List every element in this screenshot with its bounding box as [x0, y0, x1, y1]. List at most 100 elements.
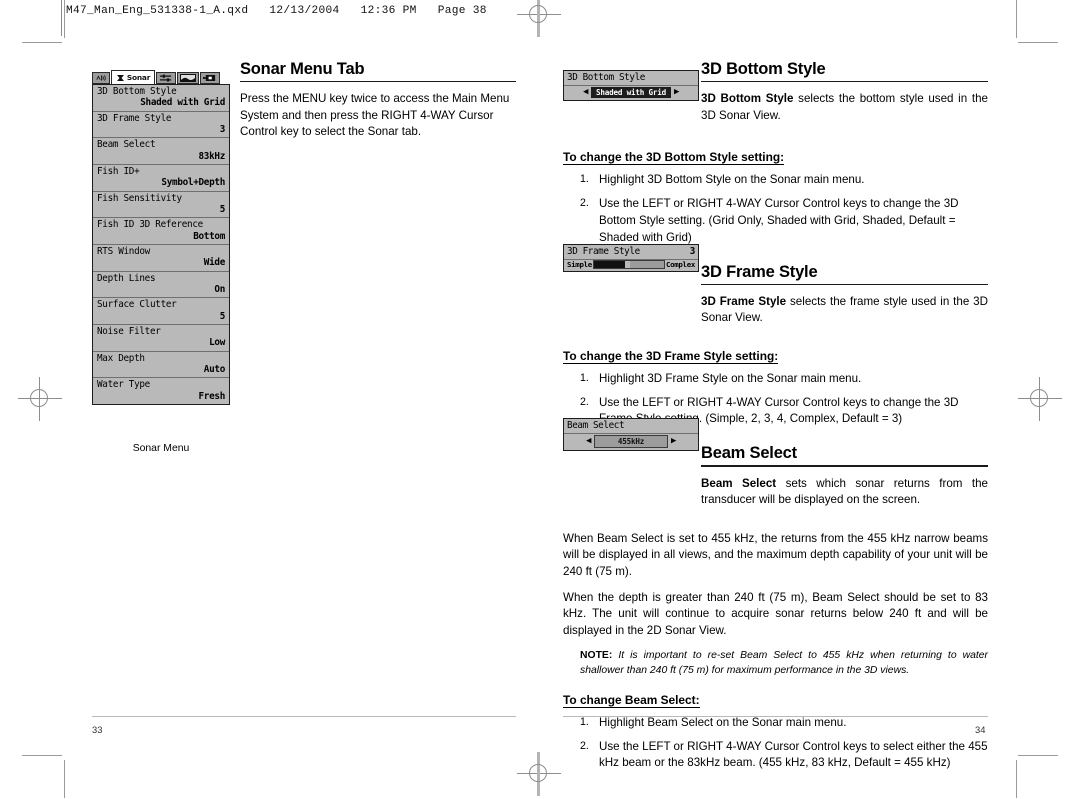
sonar-tab[interactable]: Sonar — [111, 70, 155, 84]
section-description-3d-bottom-style: 3D Bottom Style selects the bottom style… — [701, 91, 988, 124]
crop-mark-tr-v — [1016, 0, 1018, 38]
menu-value: 83kHz — [198, 150, 226, 162]
left-page-number: 33 — [92, 724, 103, 735]
section-description-3d-frame-style: 3D Frame Style selects the frame style u… — [701, 294, 988, 327]
sonar-menu-screenshot: Sonar 3D Bottom Style Shaded with Grid 3… — [92, 70, 230, 405]
step-item: Use the LEFT or RIGHT 4-WAY Cursor Contr… — [580, 739, 988, 770]
registration-mark-bottom — [517, 752, 561, 796]
section-title-beam-select: Beam Select — [701, 444, 797, 463]
widget-title-row: Beam Select — [564, 419, 698, 434]
beam-select-paragraph-1: When Beam Select is set to 455 kHz, the … — [563, 531, 988, 578]
menu-row-fish-id-plus[interactable]: Fish ID+ Symbol+Depth — [93, 165, 229, 192]
right-page-number: 34 — [975, 724, 986, 735]
menu-value: Low — [209, 337, 225, 349]
widget-title: Beam Select — [567, 420, 625, 431]
widget-value: Shaded with Grid — [591, 86, 671, 98]
right-arrow-icon[interactable]: ▶ — [671, 436, 676, 446]
menu-label: Fish ID+ — [97, 165, 140, 177]
widget-value-row: ◀ 455kHz ▶ — [564, 434, 698, 450]
section-rule — [701, 465, 988, 467]
left-footer-rule — [92, 716, 516, 718]
step-item: Highlight 3D Frame Style on the Sonar ma… — [580, 371, 862, 386]
section-rule — [701, 81, 988, 83]
widget-slider-row[interactable]: Simple Complex — [564, 259, 698, 271]
menu-value: 5 — [219, 310, 226, 322]
widget-title-row: 3D Bottom Style — [564, 71, 698, 86]
crop-mark-br-h — [1018, 755, 1058, 757]
menu-label: Depth Lines — [97, 272, 156, 284]
title-rule — [240, 81, 516, 83]
menu-row-depth-lines[interactable]: Depth Lines On — [93, 272, 229, 299]
sonar-menu-items: 3D Bottom Style Shaded with Grid 3D Fram… — [92, 84, 230, 405]
menu-row-noise-filter[interactable]: Noise Filter Low — [93, 325, 229, 352]
section-description-beam-select: Beam Select sets which sonar returns fro… — [701, 476, 988, 509]
section-rule — [701, 283, 988, 285]
widget-title-row: 3D Frame Style 3 — [564, 245, 698, 260]
header-divider — [61, 0, 63, 36]
howto-title-beam-select: To change Beam Select: — [563, 692, 700, 708]
alarm-tab[interactable] — [92, 72, 110, 84]
desc-bold: 3D Bottom Style — [701, 92, 794, 106]
widget-beam-select[interactable]: Beam Select ◀ 455kHz ▶ — [563, 418, 699, 451]
crop-mark-br-v — [1016, 760, 1018, 798]
menu-row-water-type[interactable]: Water Type Fresh — [93, 378, 229, 404]
menu-row-fish-sensitivity[interactable]: Fish Sensitivity 5 — [93, 192, 229, 219]
accessories-tab[interactable] — [200, 72, 220, 84]
step-item: Use the LEFT or RIGHT 4-WAY Cursor Contr… — [580, 196, 959, 244]
beam-select-paragraph-2: When the depth is greater than 240 ft (7… — [563, 590, 988, 637]
note-text: It is important to re-set Beam Select to… — [580, 650, 989, 677]
step-item: Highlight 3D Bottom Style on the Sonar m… — [580, 172, 865, 187]
slider-remainder — [629, 260, 664, 268]
crop-mark-bl-v — [64, 760, 66, 798]
widget-title: 3D Bottom Style — [567, 72, 645, 83]
slider-max-label: Complex — [665, 259, 695, 269]
menu-label: 3D Bottom Style — [97, 86, 177, 97]
menu-label: Surface Clutter — [97, 299, 177, 311]
menu-label: Fish Sensitivity — [97, 192, 182, 204]
printed-page-spread: M47_Man_Eng_531338-1_A.qxd 12/13/2004 12… — [0, 0, 1080, 799]
menu-label: 3D Frame Style — [97, 112, 172, 124]
page-title-sonar-menu-tab: Sonar Menu Tab — [240, 60, 365, 78]
menu-row-beam-select[interactable]: Beam Select 83kHz — [93, 138, 229, 165]
left-arrow-icon[interactable]: ◀ — [583, 87, 588, 97]
widget-3d-bottom-style[interactable]: 3D Bottom Style ◀ Shaded with Grid ▶ — [563, 70, 699, 101]
menu-label: RTS Window — [97, 245, 150, 257]
menu-value: Symbol+Depth — [161, 177, 225, 189]
crop-mark-bl-h — [22, 755, 62, 757]
menu-row-fish-id-3d-reference[interactable]: Fish ID 3D Reference Bottom — [93, 218, 229, 245]
howto-steps-beam-select: Highlight Beam Select on the Sonar main … — [563, 715, 988, 772]
menu-value: Shaded with Grid — [140, 97, 225, 109]
desc-bold: 3D Frame Style — [701, 294, 787, 308]
registration-mark-left — [18, 377, 62, 421]
menu-row-3d-frame-style[interactable]: 3D Frame Style 3 — [93, 112, 229, 139]
menu-row-max-depth[interactable]: Max Depth Auto — [93, 352, 229, 379]
views-tab[interactable] — [177, 72, 199, 84]
menu-row-surface-clutter[interactable]: Surface Clutter 5 — [93, 298, 229, 325]
menu-label: Noise Filter — [97, 325, 161, 337]
registration-mark-top — [517, 0, 561, 37]
crop-mark-tr-h — [1018, 42, 1058, 44]
menu-label: Beam Select — [97, 139, 156, 151]
intro-paragraph: Press the MENU key twice to access the M… — [240, 92, 510, 139]
menu-row-3d-bottom-style[interactable]: 3D Bottom Style Shaded with Grid — [93, 85, 229, 112]
menu-value: Auto — [203, 363, 226, 375]
setup-tab[interactable] — [156, 72, 176, 84]
sonar-menu-tabbar: Sonar — [92, 70, 230, 84]
slider-min-label: Simple — [567, 259, 592, 269]
widget-value: 455kHz — [594, 434, 668, 448]
menu-value: Fresh — [198, 390, 226, 402]
widget-title: 3D Frame Style — [567, 246, 640, 257]
left-arrow-icon[interactable]: ◀ — [586, 436, 591, 446]
left-page-column: Sonar Menu Tab Press the MENU key twice … — [240, 60, 516, 151]
howto-steps-3d-bottom-style: Highlight 3D Bottom Style on the Sonar m… — [563, 172, 988, 246]
menu-label: Max Depth — [97, 352, 145, 364]
right-arrow-icon[interactable]: ▶ — [674, 87, 679, 97]
menu-label: Water Type — [97, 379, 150, 391]
section-title-3d-frame-style: 3D Frame Style — [701, 262, 818, 281]
menu-label: Fish ID 3D Reference — [97, 219, 203, 231]
menu-value: 5 — [219, 203, 226, 215]
widget-3d-frame-style[interactable]: 3D Frame Style 3 Simple Complex — [563, 244, 699, 272]
menu-row-rts-window[interactable]: RTS Window Wide — [93, 245, 229, 272]
file-header-text: M47_Man_Eng_531338-1_A.qxd 12/13/2004 12… — [66, 5, 487, 17]
slider-track[interactable] — [592, 259, 665, 269]
